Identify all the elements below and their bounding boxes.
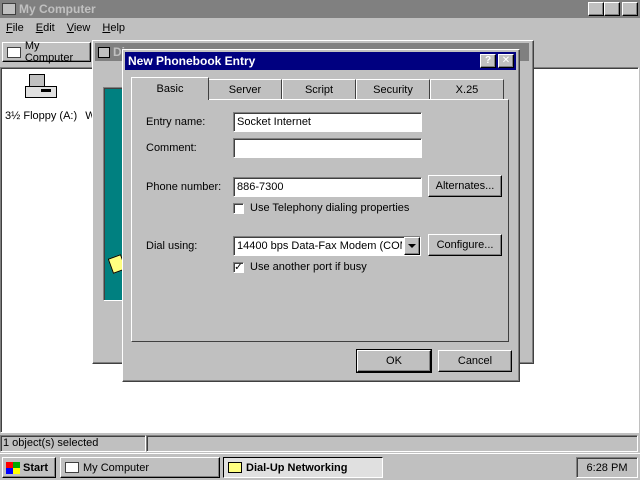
floppy-drive-label: 3½ Floppy (A:) [5,110,78,122]
telephony-label: Use Telephony dialing properties [250,202,410,214]
close-icon: ✕ [625,3,635,14]
phone-number-label: Phone number: [146,181,222,193]
menu-file[interactable]: File [6,22,24,34]
floppy-drive-icon [25,74,57,100]
status-pane: 1 object(s) selected [0,435,146,452]
tab-strip: Basic Server Script Security X.25 [131,77,511,101]
another-port-check-mark: ✓ [234,262,243,273]
minimize-icon: _ [593,3,599,14]
dialog-titlebar[interactable]: New Phonebook Entry ? ✕ [125,52,516,70]
dialup-icon [98,46,110,58]
menu-view[interactable]: View [67,22,91,34]
close-button[interactable]: ✕ [622,2,638,16]
maximize-button[interactable]: ▫ [604,2,620,16]
tab-panel-basic: Entry name: Socket Internet Comment: Pho… [131,99,509,342]
minimize-button[interactable]: _ [588,2,604,16]
computer-small-icon [7,46,21,58]
telephony-checkbox[interactable] [233,203,244,214]
system-tray: 6:28 PM [576,457,638,478]
configure-button[interactable]: Configure... [428,234,502,256]
tab-script[interactable]: Script [282,79,356,99]
main-window-title: My Computer [19,2,96,16]
close-icon: ✕ [501,55,511,66]
entry-name-input[interactable]: Socket Internet [233,112,422,132]
status-bar: 1 object(s) selected [0,433,640,453]
entry-name-label: Entry name: [146,116,206,128]
main-window-titlebar[interactable]: My Computer _ ▫ ✕ [0,0,640,18]
computer-small-icon [65,462,79,473]
dial-using-select[interactable]: 14400 bps Data-Fax Modem (COM2) [233,236,421,256]
dialog-title: New Phonebook Entry [128,54,256,68]
my-computer-address-button[interactable]: My Computer [2,40,91,64]
another-port-checkbox[interactable]: ✓ [233,262,244,273]
alternates-button[interactable]: Alternates... [428,175,502,197]
chevron-down-icon [408,244,416,248]
dial-using-label: Dial using: [146,240,198,252]
tab-basic[interactable]: Basic [131,77,209,100]
status-pane-2 [146,435,638,452]
menu-help[interactable]: Help [102,22,125,34]
taskbar-item-dialup-networking[interactable]: Dial-Up Networking [223,457,383,478]
start-button[interactable]: Start [2,457,56,478]
cancel-button[interactable]: Cancel [438,350,512,372]
menu-edit[interactable]: Edit [36,22,55,34]
clock[interactable]: 6:28 PM [587,462,628,474]
windows-logo-icon [6,461,20,474]
help-button[interactable]: ? [480,54,496,68]
menu-bar: File Edit View Help [0,19,640,37]
phone-number-input[interactable]: 886-7300 [233,177,422,197]
new-phonebook-entry-dialog: New Phonebook Entry ? ✕ Basic Server Scr… [122,49,520,382]
dialog-close-button[interactable]: ✕ [498,54,514,68]
help-icon: ? [484,55,492,66]
comment-input[interactable] [233,138,422,158]
floppy-drive-item[interactable]: 3½ Floppy (A:) W [5,74,96,122]
restore-icon: ▫ [610,3,614,14]
ok-button[interactable]: OK [356,349,432,373]
tab-x25[interactable]: X.25 [430,79,504,99]
taskbar: Start My Computer Dial-Up Networking 6:2… [0,453,640,480]
tab-server[interactable]: Server [208,79,282,99]
taskbar-item-my-computer[interactable]: My Computer [60,457,220,478]
dialup-icon [228,462,242,473]
another-port-label: Use another port if busy [250,261,367,273]
computer-icon [2,3,16,15]
dropdown-arrow-button[interactable] [404,237,420,255]
tab-security[interactable]: Security [356,79,430,99]
comment-label: Comment: [146,142,197,154]
